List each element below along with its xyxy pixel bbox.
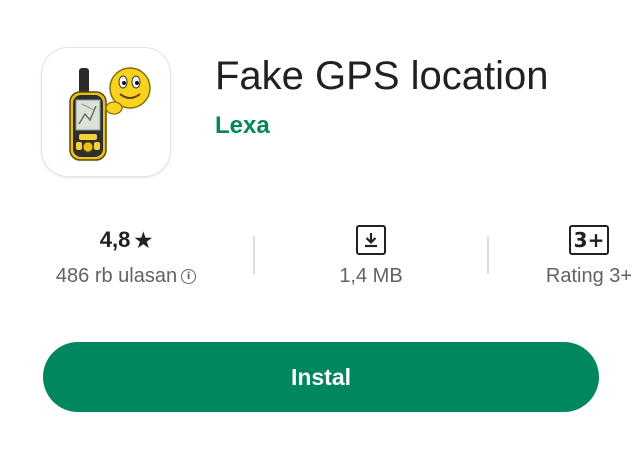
download-icon: [356, 225, 386, 255]
stat-divider: [487, 236, 489, 274]
info-icon[interactable]: i: [181, 269, 197, 285]
developer-link[interactable]: Lexa: [215, 112, 270, 140]
star-icon: ★: [134, 229, 153, 252]
app-icon[interactable]: [42, 48, 170, 176]
reviews-count: 486 rb ulasan: [55, 265, 178, 287]
rating-number: 4,8: [99, 227, 131, 252]
content-rating-badge: 3+: [568, 225, 610, 255]
rating-stat[interactable]: 4,8 ★ 486 rb ulasan i: [42, 222, 210, 291]
app-title: Fake GPS location: [215, 54, 549, 98]
app-details-page: Fake GPS location Lexa 4,8 ★ 486 rb ulas…: [0, 0, 640, 455]
gps-device-smiley-icon: [69, 67, 151, 161]
install-button-label: Instal: [290, 363, 352, 390]
stat-divider: [253, 236, 255, 274]
reviews-label: 486 rb ulasan i: [42, 261, 210, 291]
content-rating-stat[interactable]: 3+ Rating 3+: [540, 222, 638, 291]
rating-value: 4,8 ★: [100, 227, 153, 253]
size-label: 1,4 MB: [339, 265, 403, 287]
content-rating-label: Rating 3+: [545, 265, 633, 287]
install-button[interactable]: Instal: [43, 342, 599, 412]
size-stat: 1,4 MB: [316, 222, 426, 291]
